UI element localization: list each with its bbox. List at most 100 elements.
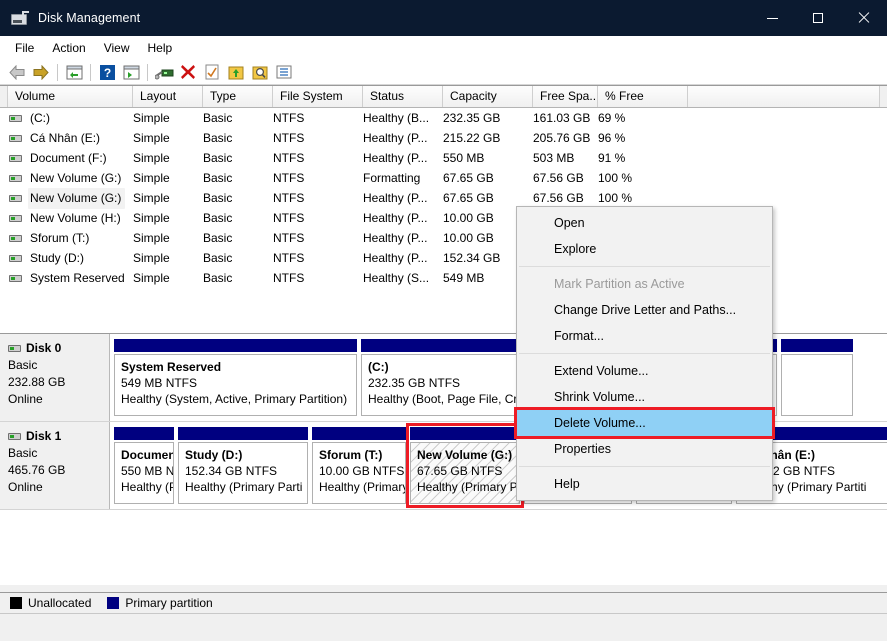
partition-size: 152.34 GB NTFS (185, 464, 278, 478)
table-row[interactable]: New Volume (G:) Simple Basic NTFS Healthy (P… (0, 187, 887, 209)
properties-icon[interactable] (200, 61, 224, 83)
delete-icon[interactable] (176, 61, 200, 83)
list-view-icon[interactable] (272, 61, 296, 83)
disk-partition[interactable]: System Reserved 549 MB NTFS Healthy (Syste… (114, 339, 357, 416)
disk-partition[interactable] (781, 339, 853, 416)
disk-info-panel[interactable]: Disk 0 Basic 232.88 GB Online (0, 334, 110, 421)
disk-name-label: Disk 1 (26, 429, 62, 443)
partition-status: Healthy (P (121, 480, 174, 494)
context-menu-item-explore[interactable]: Explore (517, 236, 772, 262)
help-icon[interactable]: ? (95, 61, 119, 83)
cell-volume: Document (F:) (0, 148, 126, 169)
context-menu-item-change-drive-letter-and-paths[interactable]: Change Drive Letter and Paths... (517, 297, 772, 323)
disk-name-label: Disk 0 (26, 341, 62, 355)
new-volume-icon[interactable] (224, 61, 248, 83)
disk-status: Online (8, 392, 43, 406)
column-header-capacity[interactable]: Capacity (443, 86, 533, 107)
disk-partition[interactable]: Documen 550 MB NT Healthy (P (114, 427, 174, 504)
cell-file-system: NTFS (273, 170, 305, 185)
back-icon[interactable] (5, 61, 29, 83)
cell-capacity: 152.34 GB (443, 250, 501, 265)
disk-partition[interactable]: Study (D:) 152.34 GB NTFS Healthy (Primary… (178, 427, 308, 504)
menu-item-help[interactable]: Help (139, 37, 182, 59)
minimize-button[interactable] (749, 0, 795, 36)
maximize-button[interactable] (795, 0, 841, 36)
partition-name: Study (D:) (185, 448, 243, 462)
disk-size: 465.76 GB (8, 463, 66, 477)
column-header-blank[interactable] (688, 86, 880, 107)
partition-color-bar (178, 427, 308, 440)
menu-item-file[interactable]: File (6, 37, 43, 59)
toolbar-separator (147, 63, 148, 81)
table-row[interactable]: New Volume (G:) Simple Basic NTFS Formatting… (0, 168, 887, 188)
partition-details: New Volume (G:) 67.65 GB NTFS Healthy (Pri… (410, 442, 520, 504)
cell-volume: Cá Nhân (E:) (0, 128, 126, 149)
cell-volume: Study (D:) (0, 248, 126, 269)
disk-type: Basic (8, 446, 38, 460)
column-header-layout[interactable]: Layout (133, 86, 203, 107)
cell-volume-label: New Volume (H:) (30, 210, 121, 225)
up-one-level-icon[interactable] (62, 61, 86, 83)
menu-item-action[interactable]: Action (43, 37, 94, 59)
column-header-status[interactable]: Status (363, 86, 443, 107)
cell-free-space: 67.56 GB (533, 190, 584, 205)
context-menu-item-format[interactable]: Format... (517, 323, 772, 349)
cell-volume-label: Study (D:) (30, 250, 85, 265)
show-hide-console-tree-icon[interactable] (119, 61, 143, 83)
forward-icon[interactable] (29, 61, 53, 83)
rescan-disks-icon[interactable] (152, 61, 176, 83)
cell-type: Basic (203, 170, 233, 185)
cell-status: Healthy (P... (363, 210, 428, 225)
cell-free-space: 67.56 GB (533, 170, 584, 185)
close-button[interactable] (841, 0, 887, 36)
cell-volume-label: (C:) (30, 110, 50, 125)
disk-partition[interactable]: New Volume (G:) 67.65 GB NTFS Healthy (Pri… (406, 423, 524, 508)
column-header-type[interactable]: Type (203, 86, 273, 107)
disk-type: Basic (8, 358, 38, 372)
disk-status: Online (8, 480, 43, 494)
table-row[interactable]: (C:) Simple Basic NTFS Healthy (B... 232.35 G… (0, 108, 887, 128)
search-icon[interactable] (248, 61, 272, 83)
partition-status: Healthy (System, Active, Primary Partiti… (121, 392, 348, 406)
cell-percent-free: 100 % (598, 190, 633, 205)
cell-capacity: 67.65 GB (443, 190, 494, 205)
column-header-free[interactable]: % Free (598, 86, 688, 107)
window-controls (749, 0, 887, 36)
context-menu-item-delete-volume[interactable]: Delete Volume... (514, 407, 775, 439)
context-menu-item-extend-volume[interactable]: Extend Volume... (517, 358, 772, 384)
partition-details: System Reserved 549 MB NTFS Healthy (Syste… (114, 354, 357, 416)
table-row[interactable]: Cá Nhân (E:) Simple Basic NTFS Healthy (P...… (0, 128, 887, 148)
toolbar-separator (57, 63, 58, 81)
column-header-file-system[interactable]: File System (273, 86, 363, 107)
context-menu-item-shrink-volume[interactable]: Shrink Volume... (517, 384, 772, 410)
volume-drive-icon (9, 154, 22, 162)
cell-volume: New Volume (G:) (0, 187, 126, 209)
context-menu-item-open[interactable]: Open (517, 210, 772, 236)
partition-color-bar (312, 427, 406, 440)
disk-partition[interactable]: Sforum (T:) 10.00 GB NTFS Healthy (Primary (312, 427, 406, 504)
cell-type: Basic (203, 250, 233, 265)
cell-capacity: 215.22 GB (443, 130, 501, 145)
column-header-volume[interactable]: Volume (7, 86, 133, 107)
partition-status: Healthy (Primary (319, 480, 406, 494)
menu-separator (519, 266, 770, 267)
disk-info-panel[interactable]: Disk 1 Basic 465.76 GB Online (0, 422, 110, 509)
cell-percent-free: 96 % (598, 130, 626, 145)
cell-volume: New Volume (H:) (0, 208, 126, 229)
partition-status: Healthy (Primary Parti (185, 480, 303, 494)
cell-layout: Simple (133, 250, 170, 265)
volume-drive-icon (9, 134, 22, 142)
table-row[interactable]: Document (F:) Simple Basic NTFS Healthy (P..… (0, 148, 887, 168)
partition-details: Study (D:) 152.34 GB NTFS Healthy (Primary… (178, 442, 308, 504)
cell-capacity: 549 MB (443, 270, 485, 285)
context-menu-item-properties[interactable]: Properties (517, 436, 772, 462)
cell-capacity: 232.35 GB (443, 110, 501, 125)
column-header-free-spa[interactable]: Free Spa... (533, 86, 598, 107)
partition-details: Documen 550 MB NT Healthy (P (114, 442, 174, 504)
menu-item-view[interactable]: View (95, 37, 139, 59)
cell-file-system: NTFS (273, 210, 305, 225)
disk-icon (8, 433, 21, 440)
partition-size: 549 MB NTFS (121, 376, 198, 390)
context-menu-item-help[interactable]: Help (517, 471, 772, 497)
cell-type: Basic (203, 270, 233, 285)
